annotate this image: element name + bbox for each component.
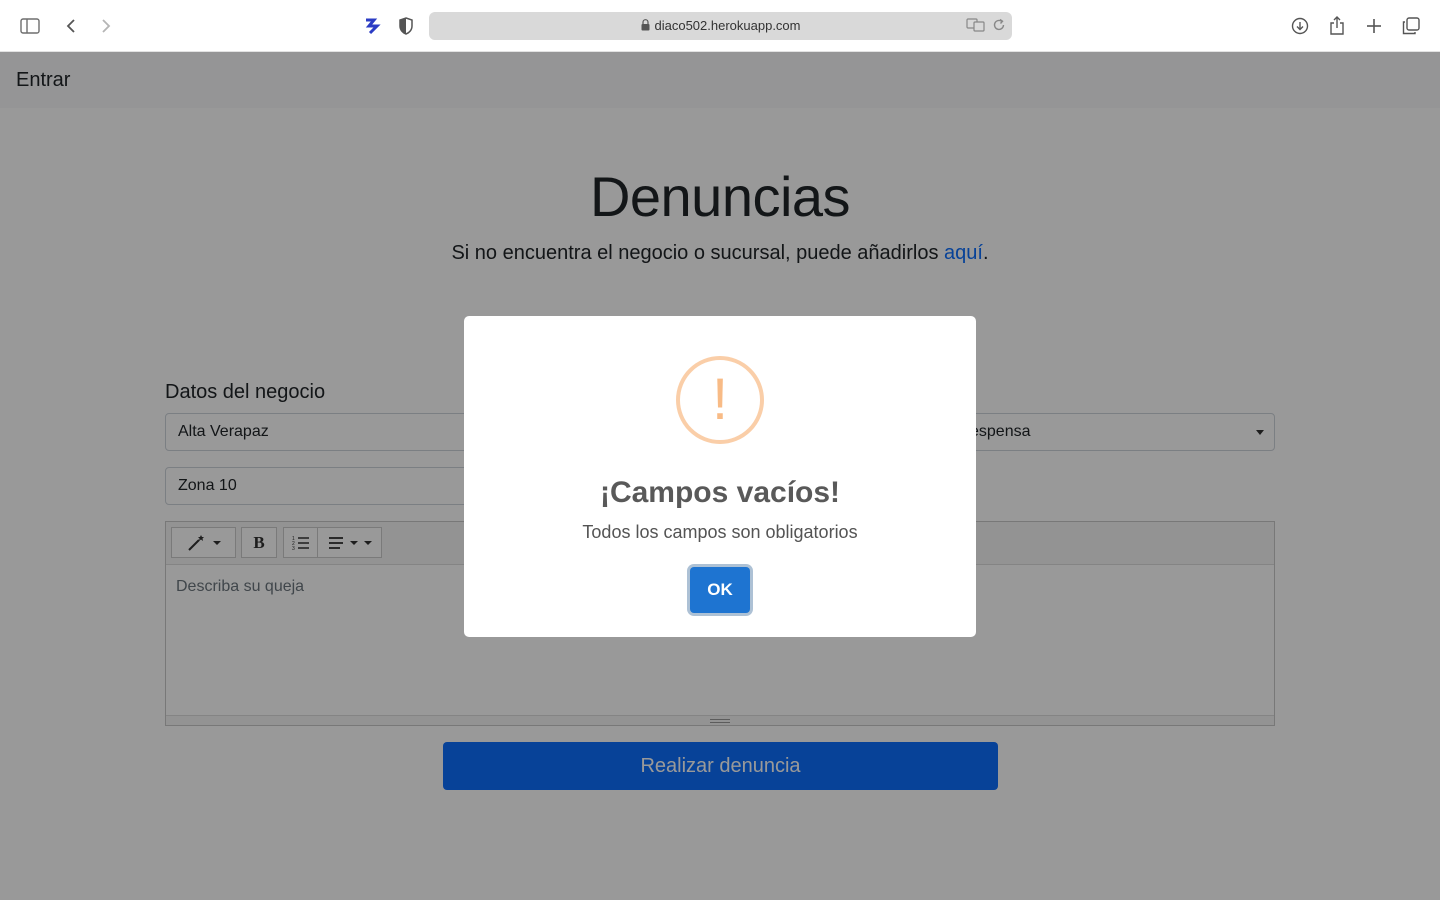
translate-icon[interactable] xyxy=(966,18,986,37)
tab-overview-icon[interactable] xyxy=(1397,12,1425,40)
warning-icon: ! xyxy=(676,356,764,444)
reload-icon[interactable] xyxy=(992,18,1006,37)
forward-icon[interactable] xyxy=(92,12,120,40)
alert-message: Todos los campos son obligatorios xyxy=(582,522,858,542)
sidebar-toggle-icon[interactable] xyxy=(16,12,44,40)
extension-icon[interactable] xyxy=(358,12,386,40)
downloads-icon[interactable] xyxy=(1286,12,1314,40)
alert-title: ¡Campos vacíos! xyxy=(599,476,841,509)
browser-toolbar: diaco502.herokuapp.com xyxy=(0,0,1440,52)
ok-button[interactable]: OK xyxy=(690,567,750,613)
address-bar[interactable]: diaco502.herokuapp.com xyxy=(429,12,1012,40)
share-icon[interactable] xyxy=(1323,12,1351,40)
new-tab-icon[interactable] xyxy=(1360,12,1388,40)
alert-dialog: ! ¡Campos vacíos! Todos los campos son o… xyxy=(464,316,976,637)
privacy-shield-icon[interactable] xyxy=(392,12,420,40)
back-icon[interactable] xyxy=(57,12,85,40)
lock-icon xyxy=(641,13,650,41)
url-text: diaco502.herokuapp.com xyxy=(654,18,801,33)
